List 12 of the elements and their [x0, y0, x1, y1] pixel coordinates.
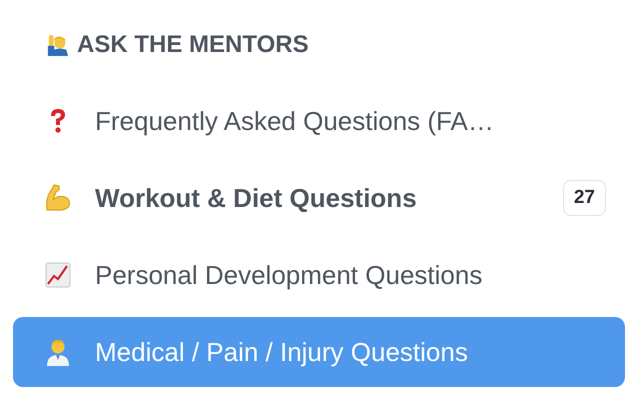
channel-item[interactable]: Personal Development Questions	[13, 240, 625, 310]
channel-name: Frequently Asked Questions (FA…	[95, 106, 494, 136]
channel-item[interactable]: Workout & Diet Questions 27	[13, 163, 625, 233]
unread-count: 27	[562, 180, 606, 216]
person-raising-hand-icon	[47, 33, 69, 57]
channel-name: Workout & Diet Questions	[95, 182, 417, 214]
channel-name: Medical / Pain / Injury Questions	[95, 336, 468, 368]
chart-increasing-icon	[43, 262, 73, 288]
flexed-arm-icon	[43, 184, 73, 212]
category-title: ASK THE MENTORS	[77, 31, 309, 59]
channel-name: Personal Development Questions	[95, 260, 482, 290]
channel-item[interactable]: Frequently Asked Questions (FA…	[13, 86, 625, 156]
